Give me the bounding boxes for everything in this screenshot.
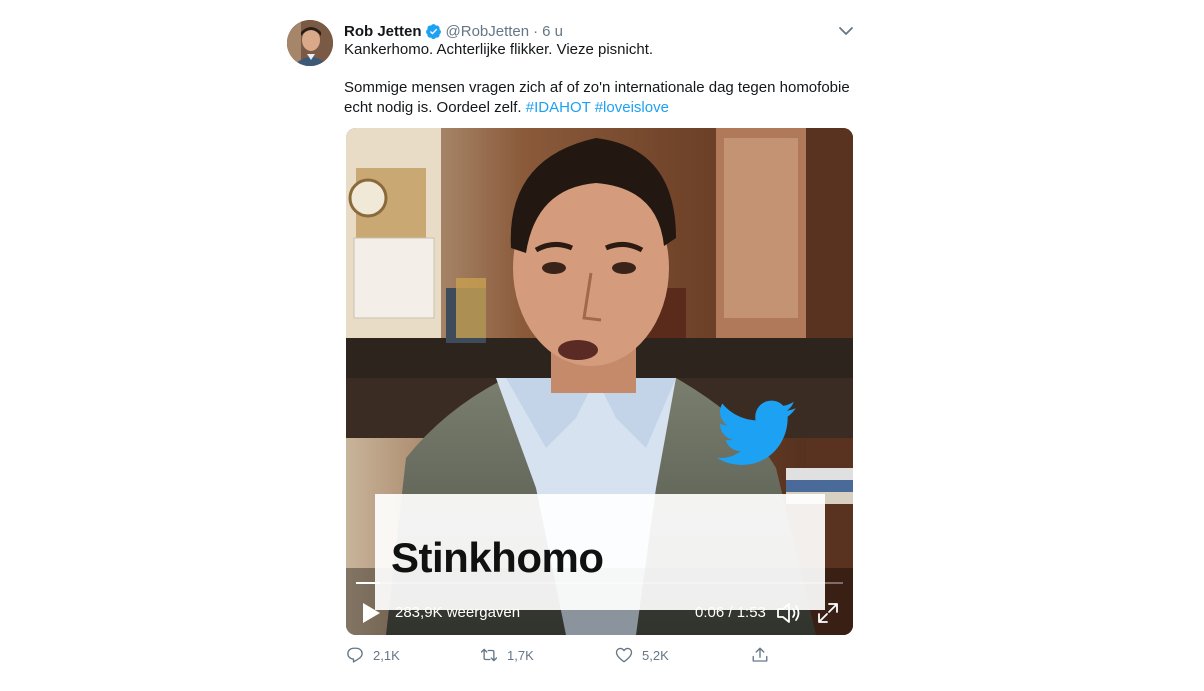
video-progress-bar[interactable] [356,582,843,584]
author-name[interactable]: Rob Jetten [344,23,422,40]
verified-badge-icon [425,23,441,39]
author-handle[interactable]: @RobJetten [446,23,530,40]
timestamp[interactable]: 6 u [542,23,563,40]
tweet-text-line1: Kankerhomo. Achterlijke flikker. Vieze p… [344,41,654,58]
reply-icon [347,647,363,663]
share-icon [752,647,768,662]
retweet-icon [480,648,498,662]
hashtag-idahot[interactable]: #IDAHOT [526,99,591,116]
reply-button[interactable]: 2,1K [346,646,400,664]
retweet-button[interactable]: 1,7K [480,646,534,664]
tweet-text-paragraph: Sommige mensen vragen zich af of zo'n in… [344,78,864,118]
video-player[interactable]: Stinkhomo 283,9K weergaven 0:06 / 1:53 [346,128,853,635]
avatar-image [287,20,333,66]
tweet-actions: 2,1K 1,7K 5,2K [346,646,853,668]
like-button[interactable]: 5,2K [615,646,669,664]
play-icon[interactable] [360,601,382,625]
like-icon [615,647,633,663]
tweet-header: Rob Jetten @RobJetten · 6 u [344,20,563,42]
volume-icon[interactable] [776,601,802,625]
video-caption: Stinkhomo [391,534,604,581]
reply-count: 2,1K [373,647,400,663]
avatar[interactable] [287,20,333,66]
like-count: 5,2K [642,647,669,663]
video-duration: 0:06 / 1:53 [695,604,766,621]
video-progress-fill [356,582,381,584]
video-caption-box: Stinkhomo [375,494,825,610]
tweet-text: Kankerhomo. Achterlijke flikker. Vieze p… [344,40,864,118]
retweet-count: 1,7K [507,647,534,663]
hashtag-loveislove[interactable]: #loveislove [595,99,669,116]
view-count: 283,9K weergaven [395,604,521,621]
chevron-down-icon[interactable] [836,22,856,40]
fullscreen-icon[interactable] [817,602,839,624]
tweet[interactable]: Rob Jetten @RobJetten · 6 u Kankerhomo. … [0,0,1204,691]
share-button[interactable] [751,646,778,664]
separator: · [533,22,539,40]
